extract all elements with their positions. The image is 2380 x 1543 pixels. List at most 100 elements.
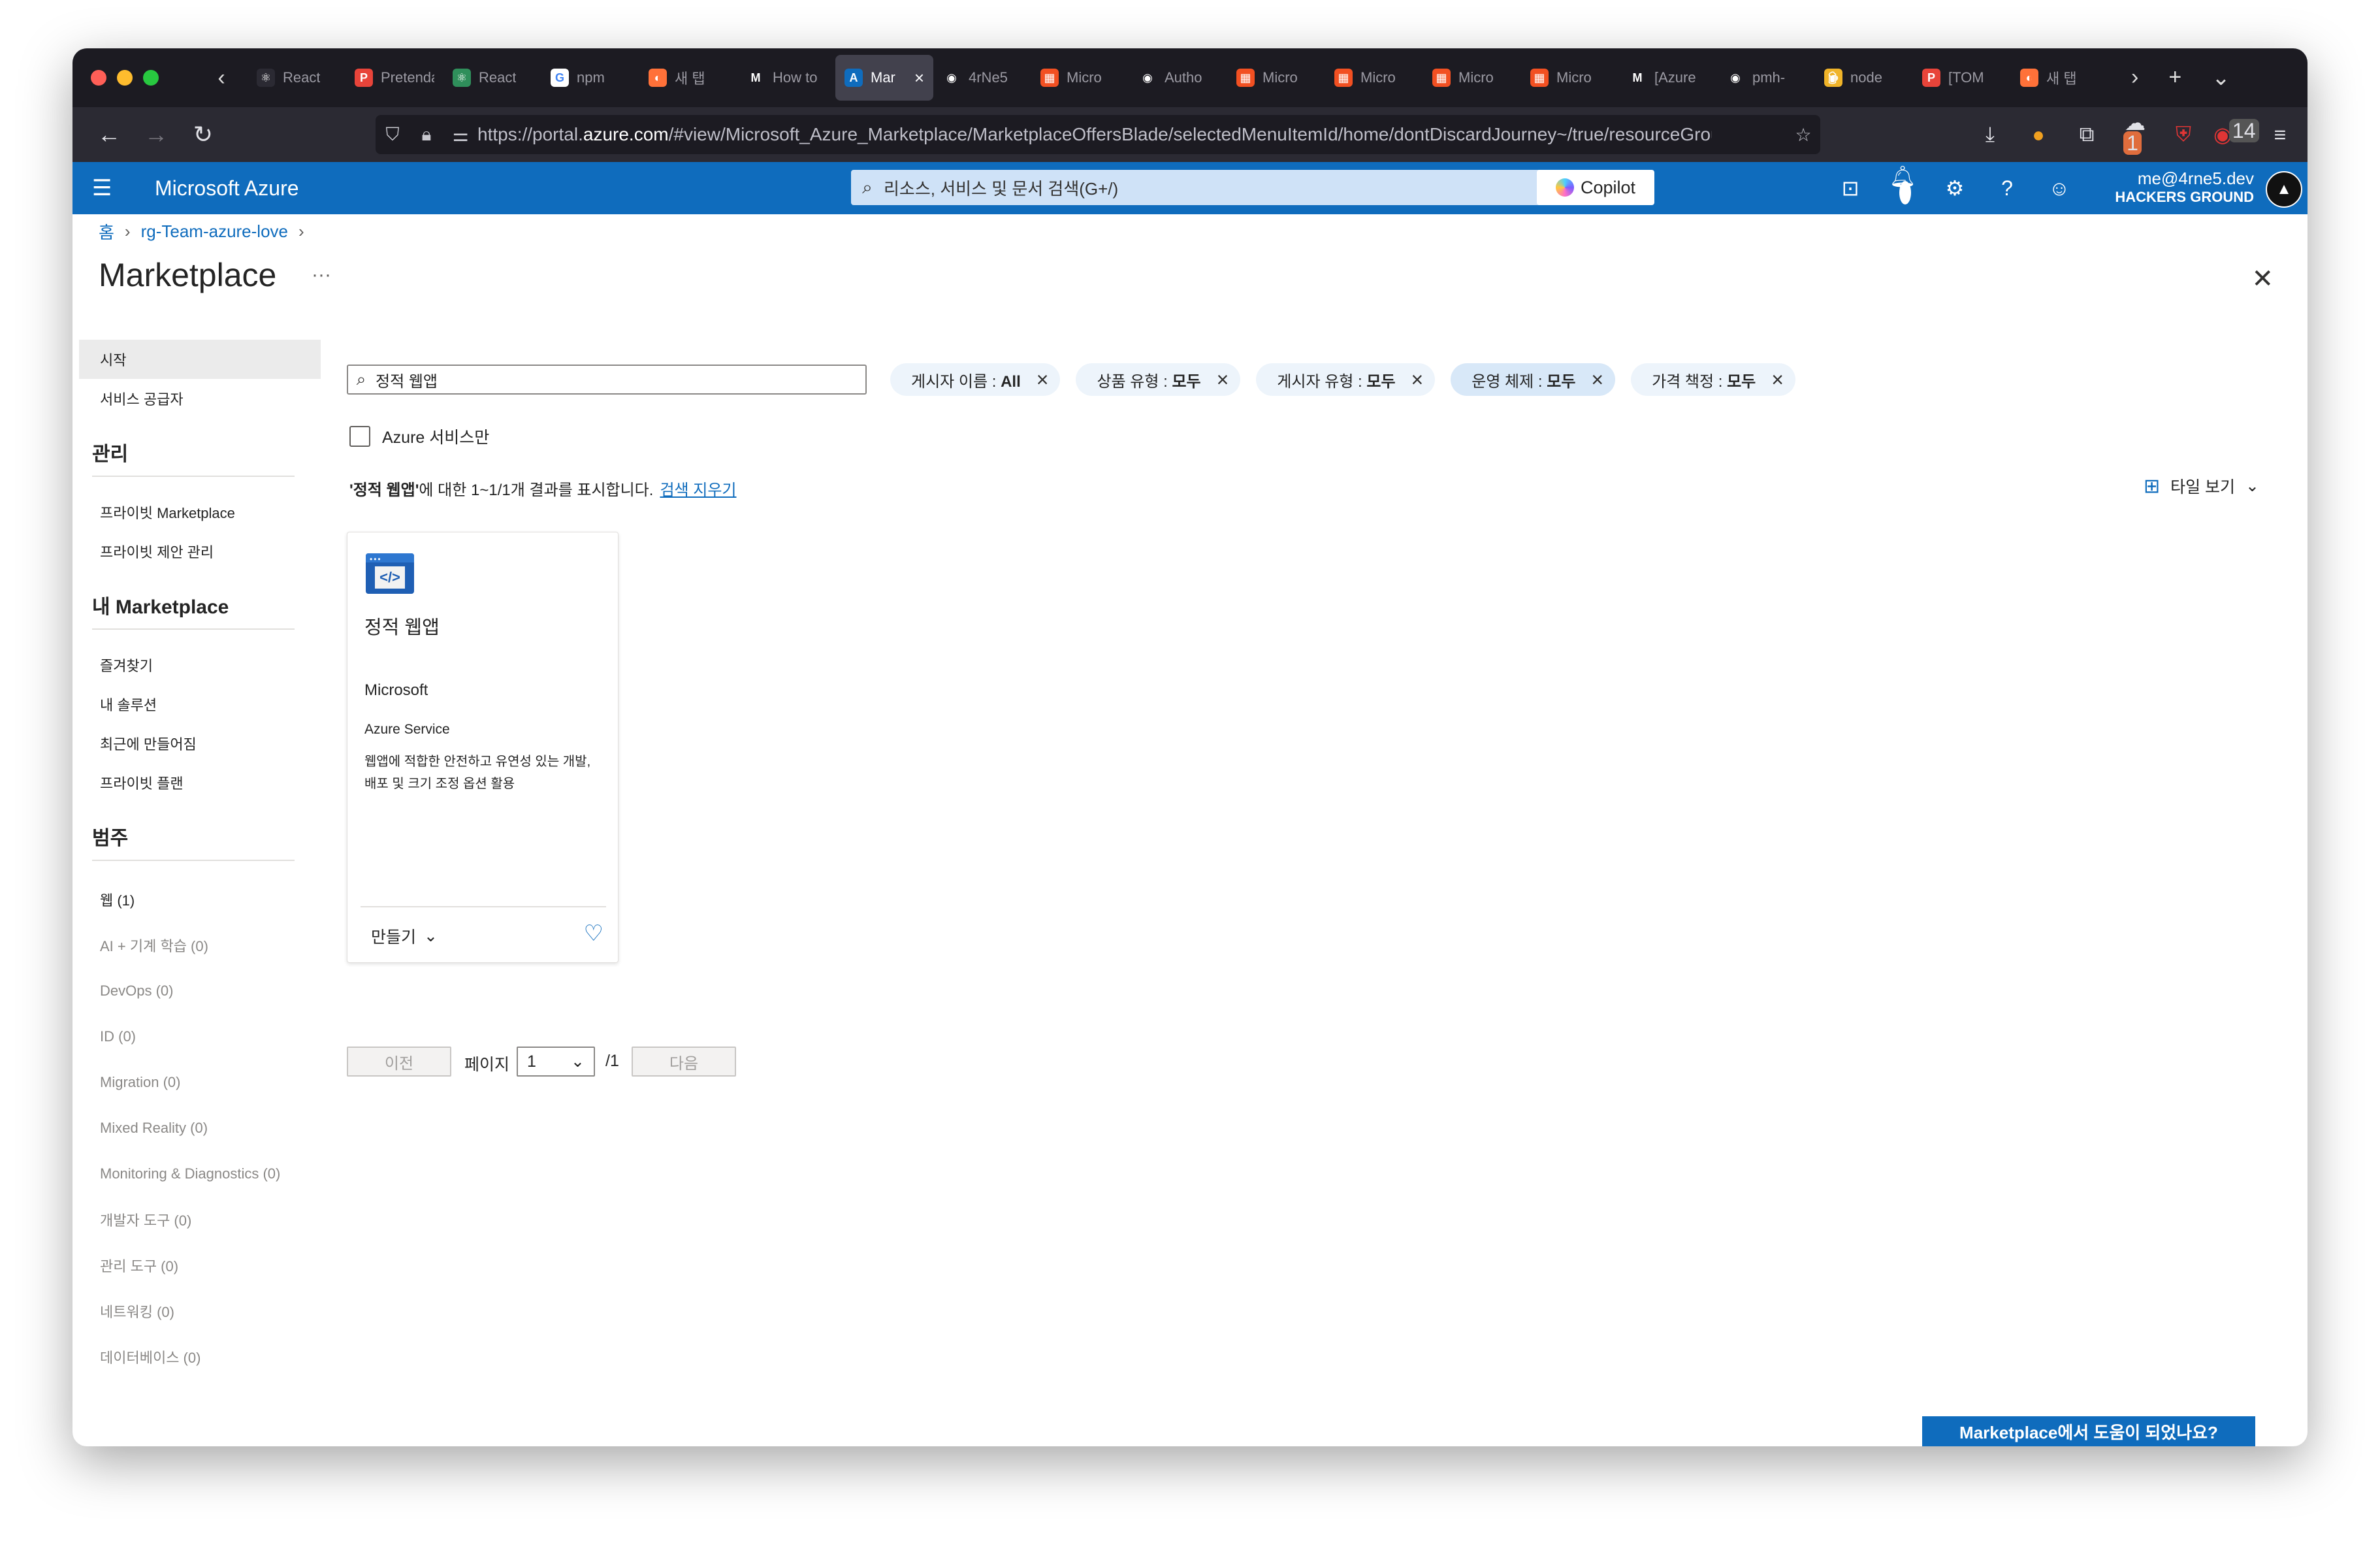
menu-icon[interactable]: ≡ bbox=[2262, 123, 2298, 147]
tab-list-chevron-icon[interactable]: ⌄ bbox=[2211, 65, 2230, 91]
filter-pill[interactable]: 운영 체제 : 모두 × bbox=[1451, 363, 1616, 396]
azure-services-only-checkbox[interactable] bbox=[349, 426, 370, 447]
sidebar-item-favorites[interactable]: 즐겨찾기 bbox=[79, 645, 321, 685]
cloud-shell-icon[interactable]: ⊡ bbox=[1836, 176, 1865, 201]
tab-17[interactable]: P [TOM bbox=[1913, 55, 2011, 101]
url-text[interactable]: https://portal.azure.com/#view/Microsoft… bbox=[477, 124, 1712, 145]
tab-10[interactable]: ▦ Micro bbox=[1227, 55, 1325, 101]
help-icon[interactable]: ? bbox=[1993, 176, 2021, 201]
tab-8[interactable]: ▦ Micro bbox=[1031, 55, 1129, 101]
sidebar-item-service-providers[interactable]: 서비스 공급자 bbox=[79, 379, 321, 418]
tab-16[interactable]: 🍺︎ node bbox=[1815, 55, 1913, 101]
marketplace-search-input[interactable] bbox=[374, 370, 834, 389]
address-bar[interactable]: ⛉ 🔒︎ ⚌ https://portal.azure.com/#view/Mi… bbox=[376, 115, 1820, 154]
back-icon[interactable]: ← bbox=[86, 121, 133, 148]
breadcrumb-resource-group[interactable]: rg-Team-azure-love bbox=[141, 221, 288, 242]
avatar[interactable]: ▲ bbox=[2266, 171, 2302, 208]
extensions-icon[interactable]: ⧉ bbox=[2068, 122, 2105, 147]
chrome-extension-icon[interactable]: ● bbox=[2020, 123, 2057, 147]
marketplace-search[interactable]: ⌕ bbox=[347, 365, 867, 395]
tab-scroll-left-icon[interactable]: ‹ bbox=[195, 65, 248, 91]
tab-14[interactable]: M [Azure bbox=[1619, 55, 1717, 101]
close-icon[interactable]: ✕ bbox=[2251, 264, 2274, 294]
remove-filter-icon[interactable]: × bbox=[1591, 368, 1603, 392]
sidebar-item-recently-created[interactable]: 최근에 만들어짐 bbox=[79, 724, 321, 763]
category-item[interactable]: Migration (0) bbox=[79, 1060, 321, 1105]
tab-1[interactable]: P Pretendard bbox=[346, 55, 443, 101]
category-item[interactable]: 관리 도구 (0) bbox=[79, 1243, 321, 1288]
tab-0[interactable]: ⚛ React bbox=[248, 55, 346, 101]
more-options-icon[interactable]: ··· bbox=[312, 264, 331, 286]
tab-scroll-right-icon[interactable]: › bbox=[2131, 65, 2138, 91]
tab-2[interactable]: ⚛ React bbox=[443, 55, 541, 101]
maximize-window-button[interactable] bbox=[143, 70, 159, 86]
category-item[interactable]: ID (0) bbox=[79, 1014, 321, 1060]
feedback-icon[interactable]: ☺ bbox=[2045, 176, 2074, 201]
ublock-icon[interactable]: ⛨ bbox=[2165, 122, 2202, 147]
category-item[interactable]: AI + 기계 학습 (0) bbox=[79, 922, 321, 968]
previous-page-button[interactable]: 이전 bbox=[347, 1047, 451, 1077]
download-icon[interactable]: ⤓ bbox=[1972, 122, 2008, 147]
permissions-icon[interactable]: ⚌ bbox=[443, 124, 477, 146]
tab-9[interactable]: ◉ Autho bbox=[1129, 55, 1227, 101]
filter-pill[interactable]: 상품 유형 : 모두 × bbox=[1076, 363, 1241, 396]
remove-filter-icon[interactable]: × bbox=[1037, 368, 1049, 392]
azure-brand[interactable]: Microsoft Azure bbox=[155, 176, 299, 201]
filter-pill[interactable]: 가격 책정 : 모두 × bbox=[1631, 363, 1795, 396]
settings-gear-icon[interactable]: ⚙ bbox=[1940, 176, 1969, 201]
feedback-button[interactable]: Marketplace에서 도움이 되었나요? bbox=[1922, 1416, 2255, 1446]
clear-search-link[interactable]: 검색 지우기 bbox=[660, 481, 736, 499]
offer-title[interactable]: 정적 웹앱 bbox=[364, 612, 440, 640]
forward-icon[interactable]: → bbox=[133, 121, 180, 148]
new-tab-icon[interactable]: + bbox=[2168, 65, 2181, 91]
sidebar-item-my-solutions[interactable]: 내 솔루션 bbox=[79, 685, 321, 724]
breadcrumb-home[interactable]: 홈 bbox=[99, 219, 114, 244]
lock-icon[interactable]: 🔒︎ bbox=[410, 124, 443, 146]
copilot-button[interactable]: Copilot bbox=[1537, 170, 1654, 205]
remove-filter-icon[interactable]: × bbox=[1771, 368, 1784, 392]
global-search-input[interactable]: ⌕ 리소스, 서비스 및 문서 검색(G+/) bbox=[851, 170, 1562, 205]
filter-pill[interactable]: 게시자 이름 : All × bbox=[890, 363, 1061, 396]
page-select[interactable]: 1 ⌄ bbox=[517, 1047, 595, 1077]
portal-menu-icon[interactable]: ☰ bbox=[72, 175, 134, 201]
tab-5[interactable]: M How to bbox=[737, 55, 835, 101]
sidebar-item-private-marketplace[interactable]: 프라이빗 Marketplace bbox=[79, 493, 321, 532]
tab-15[interactable]: ◉ pmh- bbox=[1717, 55, 1815, 101]
view-toggle[interactable]: ⊞ 타일 보기 ⌄ bbox=[2144, 474, 2259, 498]
notifications-icon[interactable]: 🔔︎1 bbox=[1888, 164, 1917, 213]
tab-3[interactable]: Gnpm bbox=[541, 55, 639, 101]
tab-13[interactable]: ▦ Micro bbox=[1521, 55, 1619, 101]
create-button[interactable]: 만들기 ⌄ bbox=[371, 924, 438, 948]
azure-services-only-filter[interactable]: Azure 서비스만 bbox=[349, 425, 489, 448]
close-tab-icon[interactable]: × bbox=[914, 68, 924, 88]
category-item[interactable]: DevOps (0) bbox=[79, 968, 321, 1014]
bookmark-star-icon[interactable]: ☆ bbox=[1786, 124, 1820, 146]
next-page-button[interactable]: 다음 bbox=[632, 1047, 736, 1077]
tab-7[interactable]: ◉ 4rNe5 bbox=[933, 55, 1031, 101]
category-item[interactable]: Mixed Reality (0) bbox=[79, 1105, 321, 1151]
sidebar-item-start[interactable]: 시작 bbox=[79, 340, 321, 379]
sync-extension-icon[interactable]: ☁1 bbox=[2117, 110, 2153, 159]
remove-filter-icon[interactable]: × bbox=[1411, 368, 1424, 392]
sidebar-item-private-plans[interactable]: 프라이빗 플랜 bbox=[79, 763, 321, 802]
notifier-extension-icon[interactable]: ◉14 bbox=[2213, 119, 2259, 147]
account-info[interactable]: me@4rne5.dev HACKERS GROUND bbox=[2115, 169, 2254, 206]
tab-4[interactable]: ◐ 새 탭 bbox=[639, 55, 737, 101]
reload-icon[interactable]: ↻ bbox=[180, 121, 227, 148]
sidebar-item-private-offers[interactable]: 프라이빗 제안 관리 bbox=[79, 532, 321, 571]
remove-filter-icon[interactable]: × bbox=[1217, 368, 1229, 392]
tab-11[interactable]: ▦ Micro bbox=[1325, 55, 1423, 101]
tab-18[interactable]: ◐ 새 탭 bbox=[2011, 55, 2109, 101]
favorite-heart-icon[interactable]: ♡ bbox=[584, 920, 603, 947]
category-item[interactable]: 네트워킹 (0) bbox=[79, 1288, 321, 1334]
shield-icon[interactable]: ⛉ bbox=[376, 124, 410, 146]
tab-6[interactable]: A Mar × bbox=[835, 55, 933, 101]
offer-card[interactable]: ••• </> 정적 웹앱 Microsoft Azure Service 웹앱… bbox=[347, 532, 619, 963]
category-item[interactable]: 데이터베이스 (0) bbox=[79, 1334, 321, 1380]
category-item[interactable]: Monitoring & Diagnostics (0) bbox=[79, 1151, 321, 1197]
filter-pill[interactable]: 게시자 유형 : 모두 × bbox=[1256, 363, 1436, 396]
tab-12[interactable]: ▦ Micro bbox=[1423, 55, 1521, 101]
category-item[interactable]: 개발자 도구 (0) bbox=[79, 1197, 321, 1243]
category-item[interactable]: 웹 (1) bbox=[79, 877, 321, 922]
minimize-window-button[interactable] bbox=[117, 70, 133, 86]
